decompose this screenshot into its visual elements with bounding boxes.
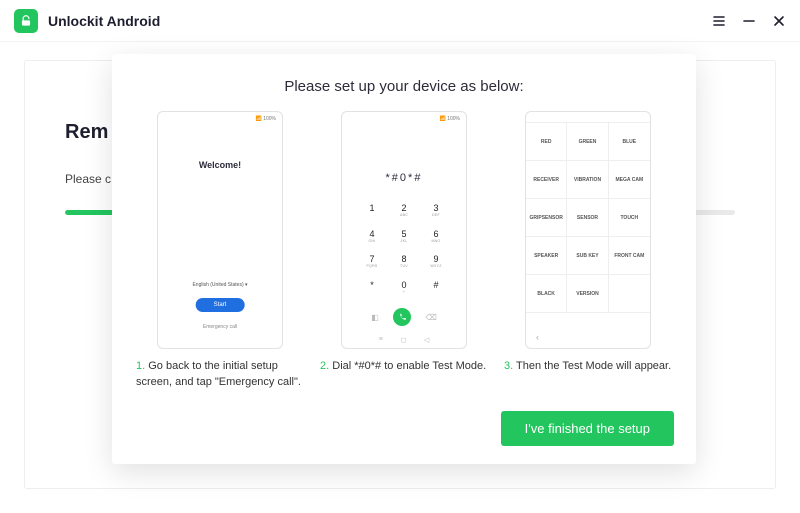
- call-button-icon: [393, 308, 411, 326]
- testmode-cell: SPEAKER: [526, 237, 567, 275]
- keypad-key: 0+: [388, 275, 420, 301]
- window-controls: [712, 14, 786, 28]
- testmode-cell: [609, 275, 650, 313]
- testmode-grid: REDGREENBLUE RECEIVERVIBRATIONMEGA CAM GRI…: [526, 122, 650, 313]
- dialer-keypad: 12ABC3DEF 4GHI5JKL6MNO 7PQRS8TUV9WXYZ *0+#: [342, 198, 466, 300]
- keypad-key: 2ABC: [388, 198, 420, 224]
- phone-language-select: English (United States): [158, 282, 282, 288]
- finished-setup-button[interactable]: I've finished the setup: [501, 411, 674, 446]
- testmode-cell: MEGA CAM: [609, 161, 650, 199]
- menu-icon[interactable]: [712, 14, 726, 28]
- keypad-key: *: [356, 275, 388, 301]
- backspace-icon: ⌫: [426, 313, 437, 322]
- android-nav-bar: ≡◻◁: [342, 336, 466, 344]
- step-1-caption: 1. Go back to the initial setup screen, …: [134, 359, 306, 391]
- keypad-key: 4GHI: [356, 224, 388, 250]
- phone-mock-testmode: REDGREENBLUE RECEIVERVIBRATIONMEGA CAM GRI…: [525, 111, 651, 349]
- testmode-cell: VIBRATION: [567, 161, 608, 199]
- testmode-cell: SUB KEY: [567, 237, 608, 275]
- testmode-cell: SENSOR: [567, 199, 608, 237]
- dialer-bottom-row: ◧ ⌫: [342, 308, 466, 326]
- keypad-key: 1: [356, 198, 388, 224]
- phone-start-button: Start: [196, 298, 245, 312]
- keypad-key: 9WXYZ: [420, 249, 452, 275]
- step-3: REDGREENBLUE RECEIVERVIBRATIONMEGA CAM GRI…: [502, 111, 674, 391]
- phone-emergency-link: Emergency call: [158, 324, 282, 330]
- modal-title: Please set up your device as below:: [134, 78, 674, 95]
- phone-mock-welcome: 📶 100% Welcome! English (United States) …: [157, 111, 283, 349]
- testmode-cell: FRONT CAM: [609, 237, 650, 275]
- app-title: Unlockit Android: [48, 13, 160, 29]
- phone-mock-dialer: 📶 100% *#0*# 12ABC3DEF 4GHI5JKL6MNO 7PQRS8…: [341, 111, 467, 349]
- app-logo-icon: [14, 9, 38, 33]
- titlebar: Unlockit Android: [0, 0, 800, 42]
- step-3-caption: 3. Then the Test Mode will appear.: [502, 359, 674, 391]
- android-back-icon: ‹: [536, 332, 539, 342]
- testmode-cell: TOUCH: [609, 199, 650, 237]
- testmode-cell: RED: [526, 123, 567, 161]
- phone-status-icon: 📶 100%: [256, 116, 276, 122]
- close-icon[interactable]: [772, 14, 786, 28]
- keypad-key: 3DEF: [420, 198, 452, 224]
- keypad-key: 8TUV: [388, 249, 420, 275]
- testmode-cell: GREEN: [567, 123, 608, 161]
- keypad-key: #: [420, 275, 452, 301]
- testmode-cell: VERSION: [567, 275, 608, 313]
- phone-status-icon: 📶 100%: [440, 116, 460, 122]
- keypad-key: 5JKL: [388, 224, 420, 250]
- keypad-key: 6MNO: [420, 224, 452, 250]
- step-2: 📶 100% *#0*# 12ABC3DEF 4GHI5JKL6MNO 7PQRS8…: [318, 111, 490, 391]
- testmode-cell: GRIPSENSOR: [526, 199, 567, 237]
- phones-row: 📶 100% Welcome! English (United States) …: [134, 111, 674, 391]
- dialer-display: *#0*#: [342, 172, 466, 184]
- step-2-caption: 2. Dial *#0*# to enable Test Mode.: [318, 359, 490, 391]
- keypad-key: 7PQRS: [356, 249, 388, 275]
- testmode-cell: BLUE: [609, 123, 650, 161]
- minimize-icon[interactable]: [742, 14, 756, 28]
- phone-welcome-text: Welcome!: [158, 160, 282, 170]
- modal-footer: I've finished the setup: [134, 411, 674, 446]
- video-call-icon: ◧: [371, 313, 379, 322]
- step-1: 📶 100% Welcome! English (United States) …: [134, 111, 306, 391]
- testmode-cell: BLACK: [526, 275, 567, 313]
- testmode-cell: RECEIVER: [526, 161, 567, 199]
- setup-modal: Please set up your device as below: 📶 10…: [112, 54, 696, 464]
